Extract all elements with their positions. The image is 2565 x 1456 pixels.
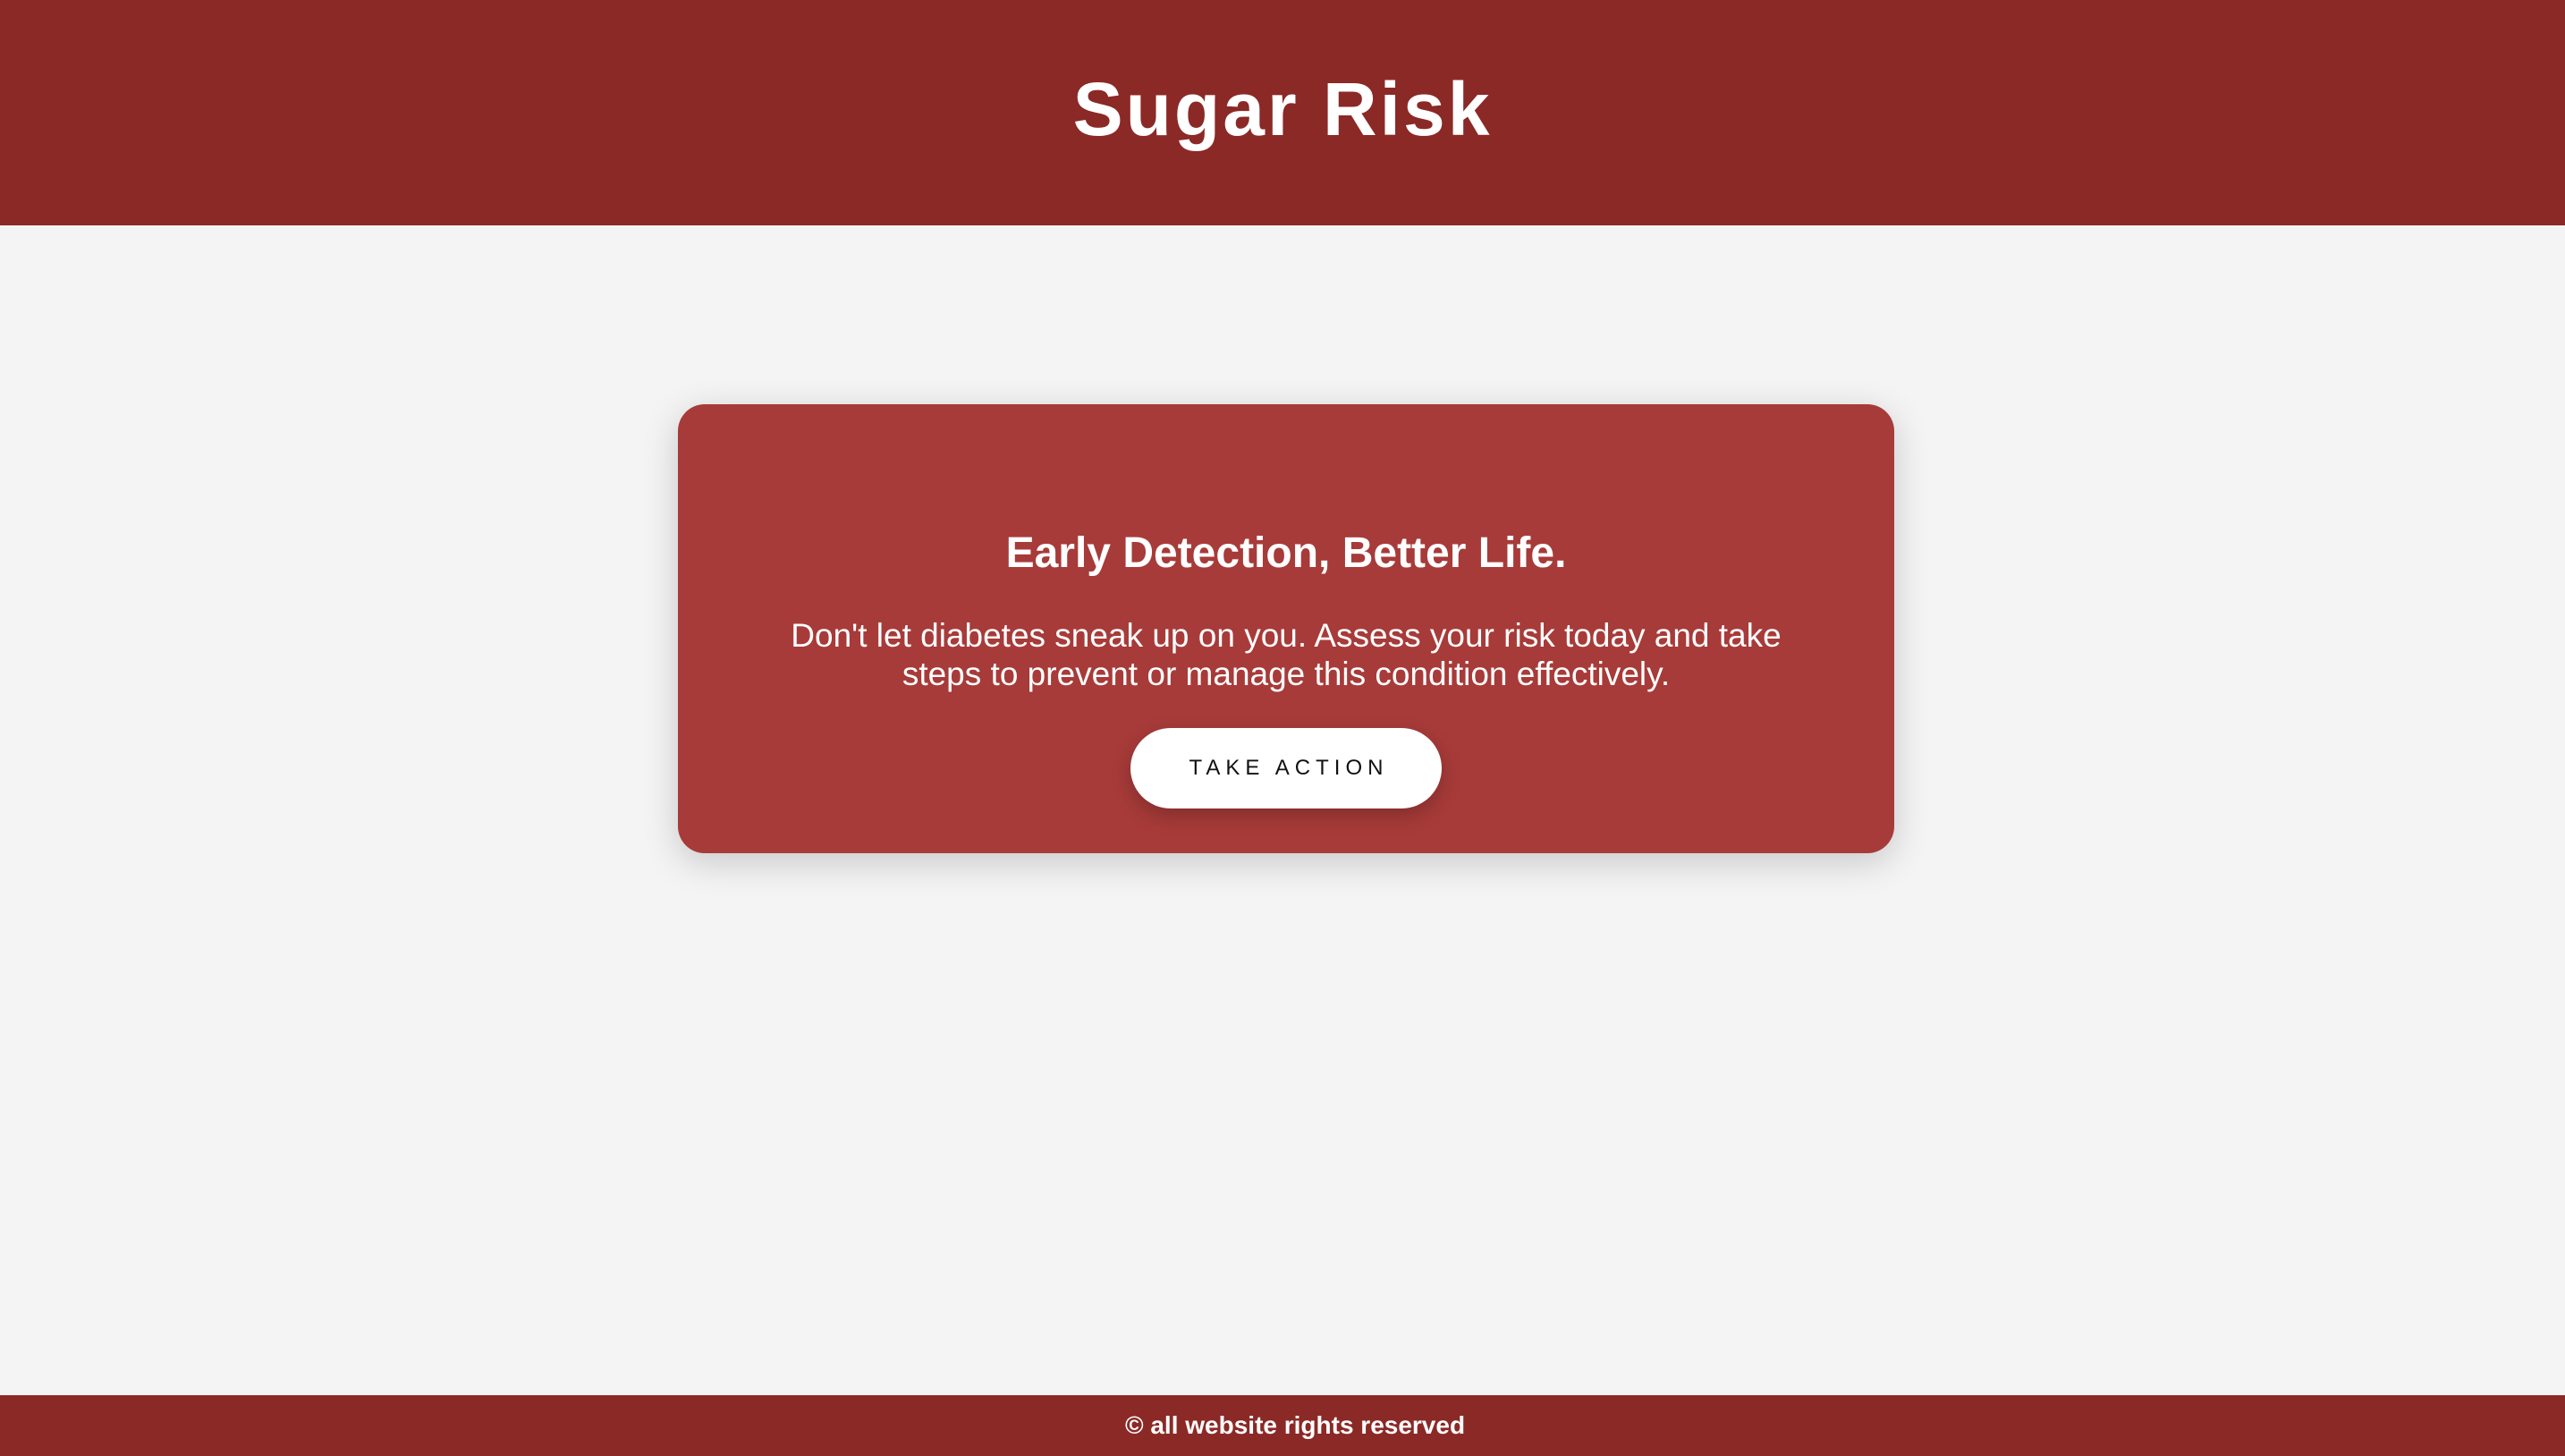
- footer-copyright: © all website rights reserved: [1124, 1411, 1466, 1439]
- take-action-button[interactable]: Take Action: [1130, 728, 1442, 808]
- site-footer: © all website rights reserved: [0, 1395, 2565, 1456]
- site-header: Sugar Risk: [0, 0, 2565, 225]
- hero-heading: Early Detection, Better Life.: [1005, 529, 1567, 577]
- hero-description: Don't let diabetes sneak up on you. Asse…: [791, 617, 1782, 692]
- hero-card: Early Detection, Better Life. Don't let …: [678, 404, 1894, 853]
- site-title: Sugar Risk: [1072, 67, 1493, 151]
- page: { "header": { "title": "Sugar Risk" }, "…: [0, 0, 2565, 1456]
